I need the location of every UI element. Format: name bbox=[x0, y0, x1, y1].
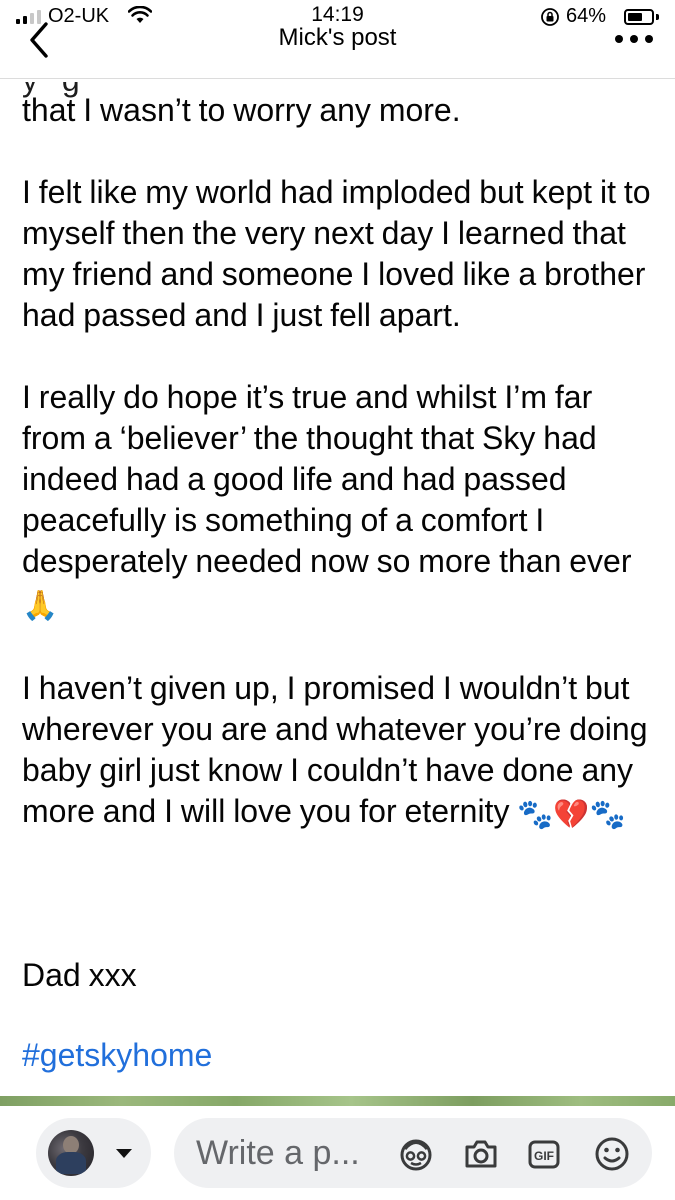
post-paragraph-text: I felt like my world had imploded but ke… bbox=[22, 174, 651, 333]
post-text-partial-line: y g bbox=[22, 79, 88, 101]
hashtag-link[interactable]: #getskyhome bbox=[22, 1035, 212, 1076]
photo-preview-strip bbox=[0, 1096, 675, 1106]
battery-fill bbox=[628, 13, 642, 21]
gif-frame: GIF bbox=[528, 1140, 560, 1169]
post-paragraph: I haven’t given up, I promised I wouldn’… bbox=[22, 668, 662, 836]
avatar-sticker-icon[interactable] bbox=[396, 1134, 436, 1174]
post-paragraph: that I wasn’t to worry any more. bbox=[22, 92, 461, 128]
smiley-icon[interactable] bbox=[592, 1134, 632, 1174]
page-title: Mick's post bbox=[278, 24, 397, 51]
caret-down-icon bbox=[116, 1149, 132, 1158]
more-dots-icon[interactable] bbox=[610, 30, 660, 50]
post-paragraph-text: I really do hope it’s true and whilst I’… bbox=[22, 379, 632, 579]
comment-input[interactable] bbox=[196, 1133, 376, 1173]
praying-hands-emoji: 🙏 bbox=[22, 590, 59, 622]
post-paragraph: I felt like my world had imploded but ke… bbox=[22, 172, 662, 336]
avatar bbox=[48, 1130, 94, 1176]
paws-broken-heart-emoji: 🐾💔🐾 bbox=[517, 799, 626, 831]
post-paragraph: I really do hope it’s true and whilst I’… bbox=[22, 377, 662, 627]
gif-icon[interactable]: GIF bbox=[524, 1134, 564, 1174]
post-body: y g that I wasn’t to worry any more. I f… bbox=[22, 79, 662, 1096]
camera-icon[interactable] bbox=[461, 1134, 501, 1174]
nav-bar: Mick's post bbox=[0, 22, 675, 79]
comment-box: GIF bbox=[174, 1118, 652, 1188]
post-text-cut-descender: y g bbox=[22, 79, 88, 98]
identity-switcher[interactable] bbox=[36, 1118, 151, 1188]
battery-cap bbox=[656, 14, 659, 20]
post-sign-off: Dad xxx bbox=[22, 957, 137, 993]
gif-label: GIF bbox=[534, 1149, 554, 1163]
comment-composer: GIF bbox=[0, 1106, 675, 1200]
battery-icon bbox=[624, 9, 654, 25]
